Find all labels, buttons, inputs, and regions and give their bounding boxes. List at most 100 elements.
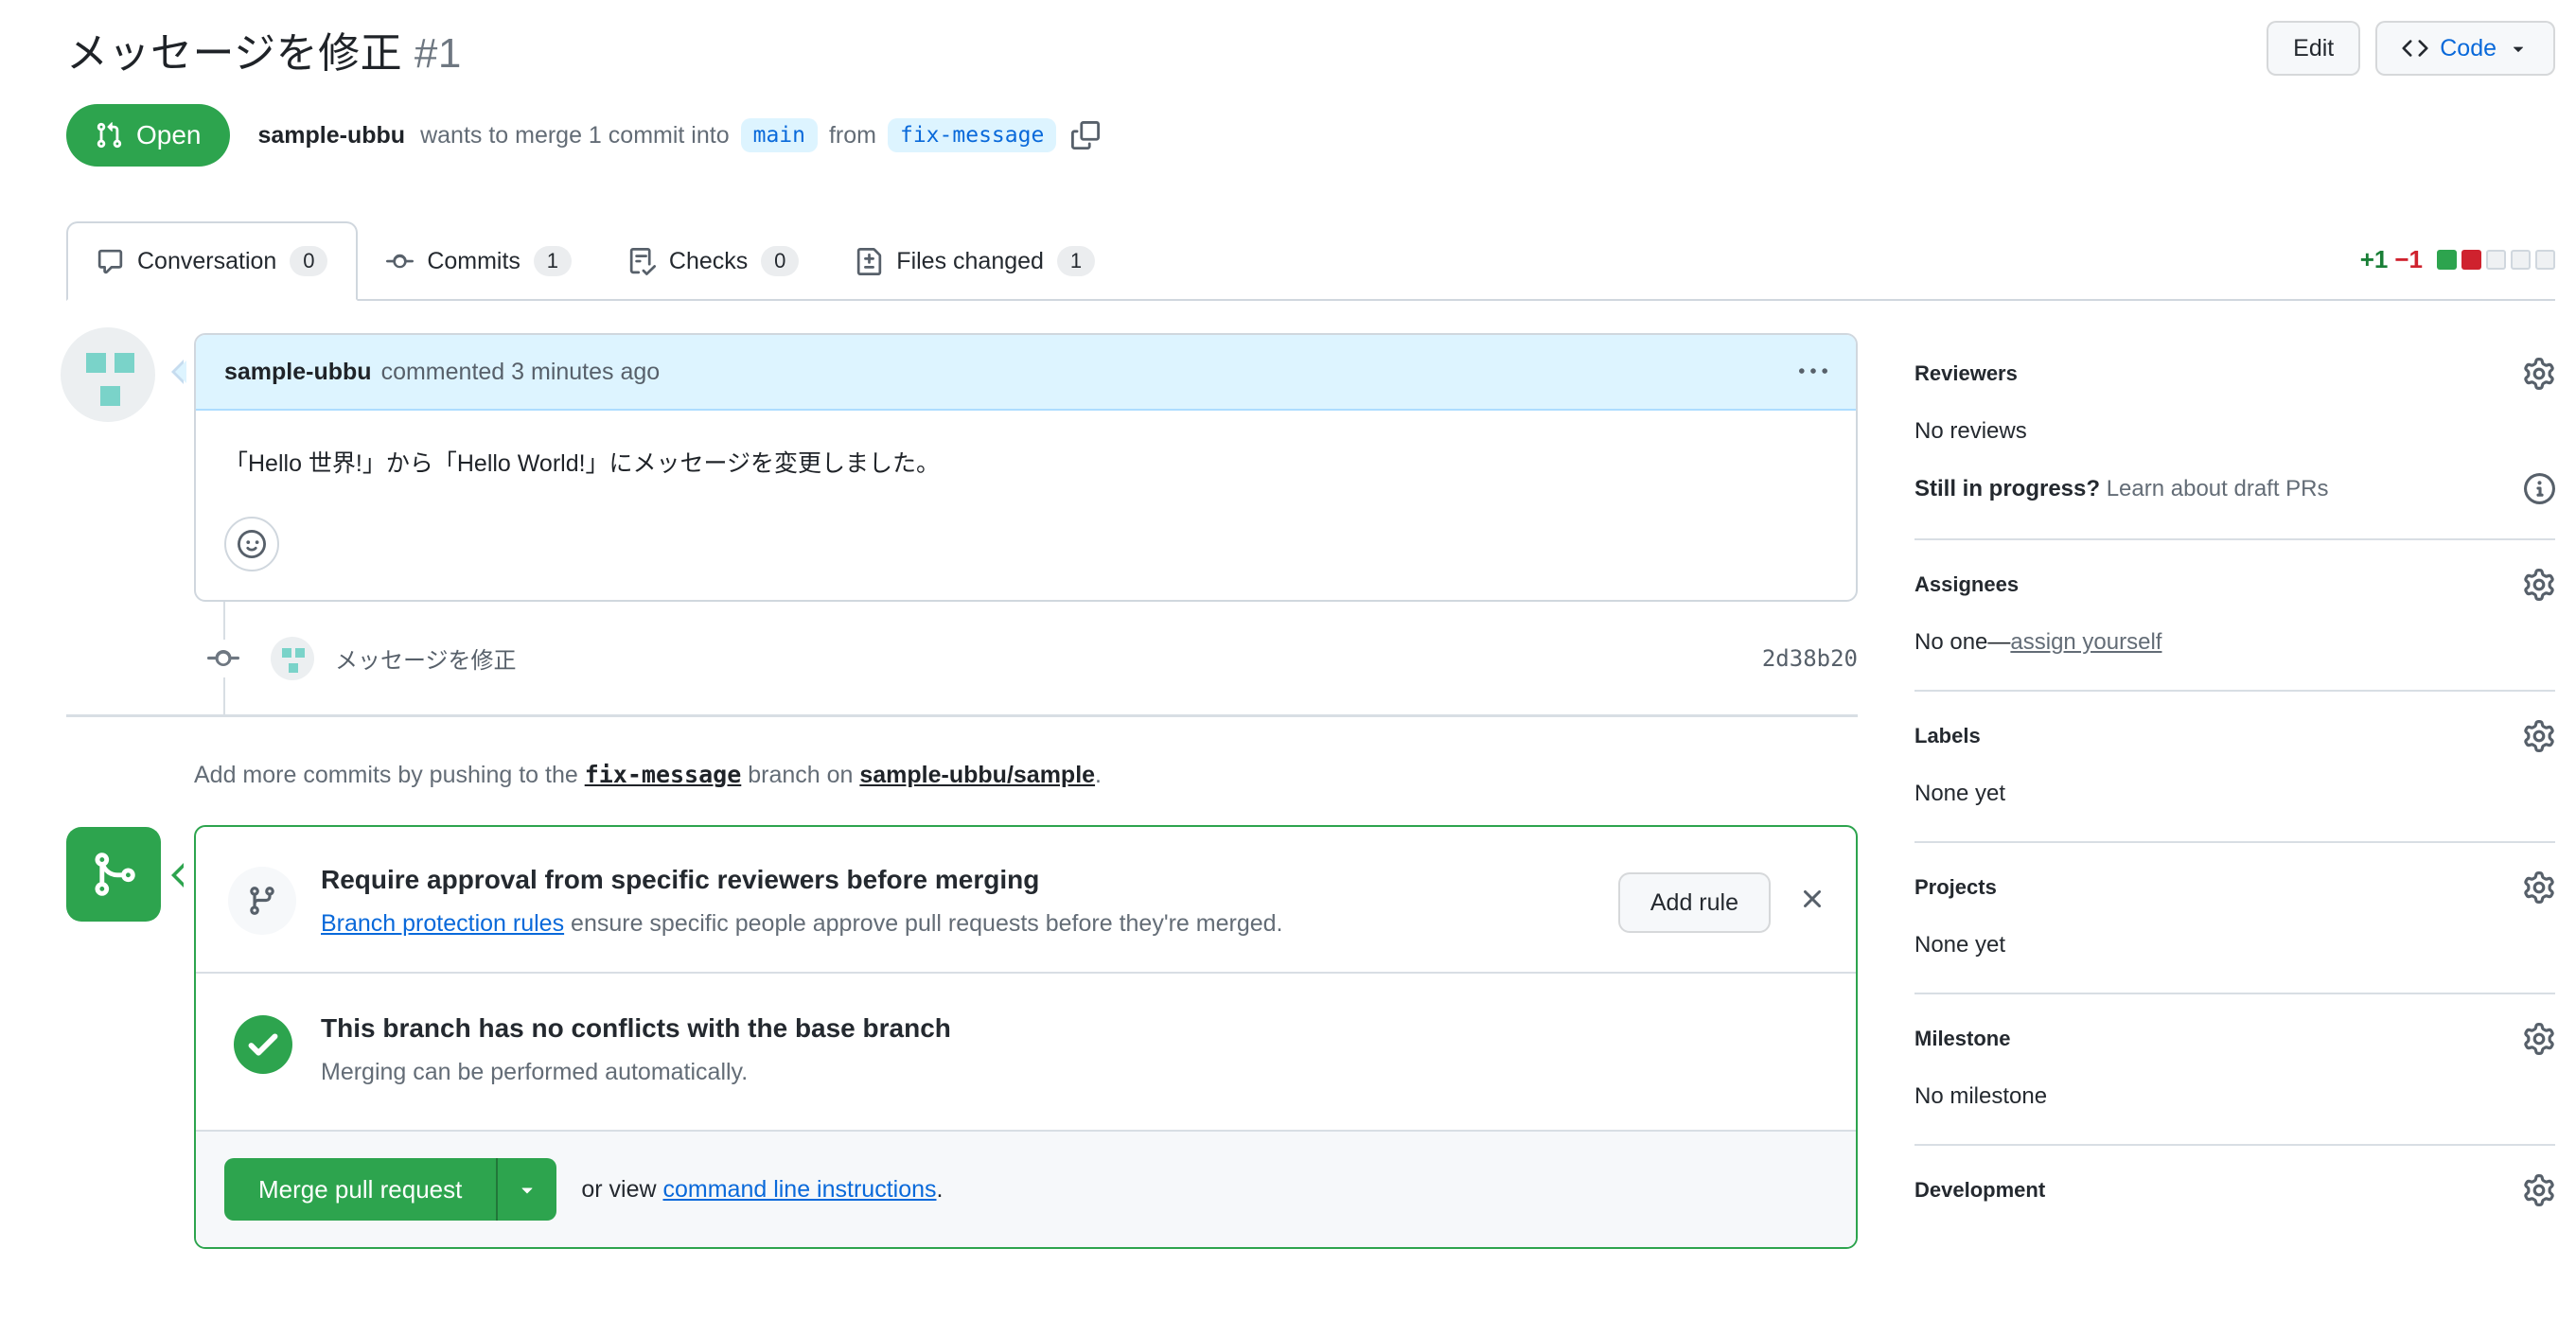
avatar[interactable] bbox=[61, 327, 155, 422]
sidebar-section-projects: Projects None yet bbox=[1914, 843, 2555, 994]
tab-checks[interactable]: Checks 0 bbox=[600, 223, 827, 299]
commit-icon bbox=[197, 639, 250, 677]
tab-count: 1 bbox=[533, 246, 572, 276]
development-header[interactable]: Development bbox=[1914, 1174, 2555, 1206]
comment-meta: commented 3 minutes ago bbox=[380, 358, 661, 385]
sidebar-section-assignees: Assignees No one—assign yourself bbox=[1914, 540, 2555, 692]
git-merge-icon-badge bbox=[66, 827, 161, 922]
kebab-icon bbox=[1799, 358, 1827, 386]
head-branch-label[interactable]: fix-message bbox=[887, 118, 1057, 152]
commit-author-avatar[interactable] bbox=[271, 636, 314, 680]
header-actions: Edit Code bbox=[2267, 21, 2555, 76]
no-conflicts-title: This branch has no conflicts with the ba… bbox=[321, 1013, 951, 1043]
caret-down-icon bbox=[516, 1178, 538, 1201]
commit-message-link[interactable]: メッセージを修正 bbox=[335, 642, 517, 675]
push-hint: Add more commits by pushing to the fix-m… bbox=[194, 761, 1858, 789]
push-hint-text: Add more commits by pushing to the bbox=[194, 762, 585, 788]
checklist-icon bbox=[628, 248, 656, 275]
copy-branch-button[interactable] bbox=[1071, 121, 1100, 149]
learn-draft-prs-link[interactable]: Learn about draft PRs bbox=[2107, 476, 2329, 501]
comment-menu-button[interactable] bbox=[1799, 358, 1827, 386]
development-title: Development bbox=[1914, 1178, 2046, 1202]
edit-button[interactable]: Edit bbox=[2267, 21, 2361, 76]
gear-icon[interactable] bbox=[2523, 1174, 2555, 1206]
push-hint-repo-link[interactable]: sample-ubbu/sample bbox=[859, 762, 1095, 788]
reviewers-title: Reviewers bbox=[1914, 361, 2018, 385]
milestone-header[interactable]: Milestone bbox=[1914, 1023, 2555, 1055]
gear-icon[interactable] bbox=[2523, 569, 2555, 601]
smiley-icon bbox=[238, 530, 266, 558]
projects-empty: None yet bbox=[1914, 932, 2006, 958]
pr-meta-row: Open sample-ubbu wants to merge 1 commit… bbox=[66, 104, 2555, 167]
draft-pr-hint: Still in progress? Learn about draft PRs bbox=[1914, 473, 2555, 504]
pr-header: メッセージを修正 #1 Edit Code bbox=[66, 13, 2555, 79]
copy-icon bbox=[1071, 121, 1100, 149]
command-line-instructions-link[interactable]: command line instructions bbox=[662, 1176, 936, 1203]
protection-title: Require approval from specific reviewers… bbox=[321, 865, 1040, 894]
git-branch-icon bbox=[246, 885, 278, 917]
pull-request-icon bbox=[95, 121, 123, 149]
commit-timeline: メッセージを修正 2d38b20 bbox=[66, 602, 1858, 717]
command-line-hint: or view command line instructions. bbox=[581, 1176, 943, 1204]
sidebar-section-reviewers: Reviewers No reviews Still in progress? … bbox=[1914, 333, 2555, 540]
merge-options-dropdown[interactable] bbox=[496, 1158, 557, 1221]
tab-count: 0 bbox=[761, 246, 800, 276]
assignees-header[interactable]: Assignees bbox=[1914, 569, 2555, 601]
merge-status-box: Require approval from specific reviewers… bbox=[66, 825, 1858, 1249]
base-branch-label[interactable]: main bbox=[740, 118, 818, 152]
additions-count: +1 bbox=[2359, 245, 2389, 273]
commit-icon bbox=[386, 248, 414, 275]
merge-text: wants to merge 1 commit into bbox=[420, 121, 730, 149]
tab-commits[interactable]: Commits 1 bbox=[358, 223, 600, 299]
labels-title: Labels bbox=[1914, 724, 1981, 747]
assignees-title: Assignees bbox=[1914, 572, 2020, 596]
dismiss-protection-button[interactable] bbox=[1797, 884, 1827, 914]
pr-number: #1 bbox=[414, 30, 462, 77]
labels-header[interactable]: Labels bbox=[1914, 720, 2555, 752]
branch-protection-rules-link[interactable]: Branch protection rules bbox=[321, 910, 564, 937]
push-hint-branch-link[interactable]: fix-message bbox=[585, 761, 742, 788]
comment-author[interactable]: sample-ubbu bbox=[224, 359, 372, 386]
protection-description: ensure specific people approve pull requ… bbox=[564, 910, 1283, 937]
assign-yourself-link[interactable]: assign yourself bbox=[2010, 629, 2161, 655]
gear-icon[interactable] bbox=[2523, 358, 2555, 390]
merge-conflicts-section: This branch has no conflicts with the ba… bbox=[196, 974, 1856, 1132]
check-circle-icon bbox=[234, 1015, 292, 1074]
comment-body: 「Hello 世界!」から「Hello World!」にメッセージを変更しました… bbox=[196, 411, 1856, 600]
git-merge-icon bbox=[89, 850, 138, 899]
comment-text: 「Hello 世界!」から「Hello World!」にメッセージを変更しました… bbox=[224, 450, 941, 477]
merge-pull-request-button[interactable]: Merge pull request bbox=[224, 1158, 497, 1221]
pr-sidebar: Reviewers No reviews Still in progress? … bbox=[1914, 333, 2555, 1249]
tab-files-changed[interactable]: Files changed 1 bbox=[827, 223, 1123, 299]
add-rule-button[interactable]: Add rule bbox=[1617, 872, 1771, 933]
merge-button-group: Merge pull request bbox=[224, 1158, 557, 1221]
draft-info-button[interactable] bbox=[2524, 473, 2555, 504]
gear-icon[interactable] bbox=[2523, 1023, 2555, 1055]
branch-protection-section: Require approval from specific reviewers… bbox=[196, 827, 1856, 974]
commit-row: メッセージを修正 2d38b20 bbox=[197, 636, 1858, 680]
close-icon bbox=[1797, 884, 1827, 914]
gear-icon[interactable] bbox=[2523, 720, 2555, 752]
gear-icon[interactable] bbox=[2523, 871, 2555, 904]
assignees-empty: No one—assign yourself bbox=[1914, 629, 2162, 655]
info-icon bbox=[2524, 473, 2555, 504]
commit-sha-link[interactable]: 2d38b20 bbox=[1762, 645, 1858, 672]
add-reaction-button[interactable] bbox=[224, 517, 279, 571]
diff-block-deleted bbox=[2461, 250, 2481, 270]
conversation-main: sample-ubbu commented 3 minutes ago 「Hel… bbox=[61, 327, 1858, 1249]
draft-hint-bold: Still in progress? bbox=[1914, 475, 2101, 501]
labels-empty: None yet bbox=[1914, 781, 2006, 806]
status-badge: Open bbox=[66, 104, 230, 167]
deletions-count: −1 bbox=[2394, 245, 2423, 273]
sidebar-section-milestone: Milestone No milestone bbox=[1914, 994, 2555, 1146]
reviewers-header[interactable]: Reviewers bbox=[1914, 358, 2555, 390]
pr-author[interactable]: sample-ubbu bbox=[258, 122, 406, 149]
tab-conversation[interactable]: Conversation 0 bbox=[66, 221, 359, 301]
comment-card: sample-ubbu commented 3 minutes ago 「Hel… bbox=[171, 333, 1858, 602]
merge-actions-footer: Merge pull request or view command line … bbox=[196, 1132, 1856, 1247]
pull-request-page: メッセージを修正 #1 Edit Code Open sample-ubbu w… bbox=[0, 0, 2576, 1249]
comment-header: sample-ubbu commented 3 minutes ago bbox=[196, 335, 1856, 411]
merge-text-2: from bbox=[828, 121, 876, 149]
code-button[interactable]: Code bbox=[2375, 21, 2555, 76]
projects-header[interactable]: Projects bbox=[1914, 871, 2555, 904]
